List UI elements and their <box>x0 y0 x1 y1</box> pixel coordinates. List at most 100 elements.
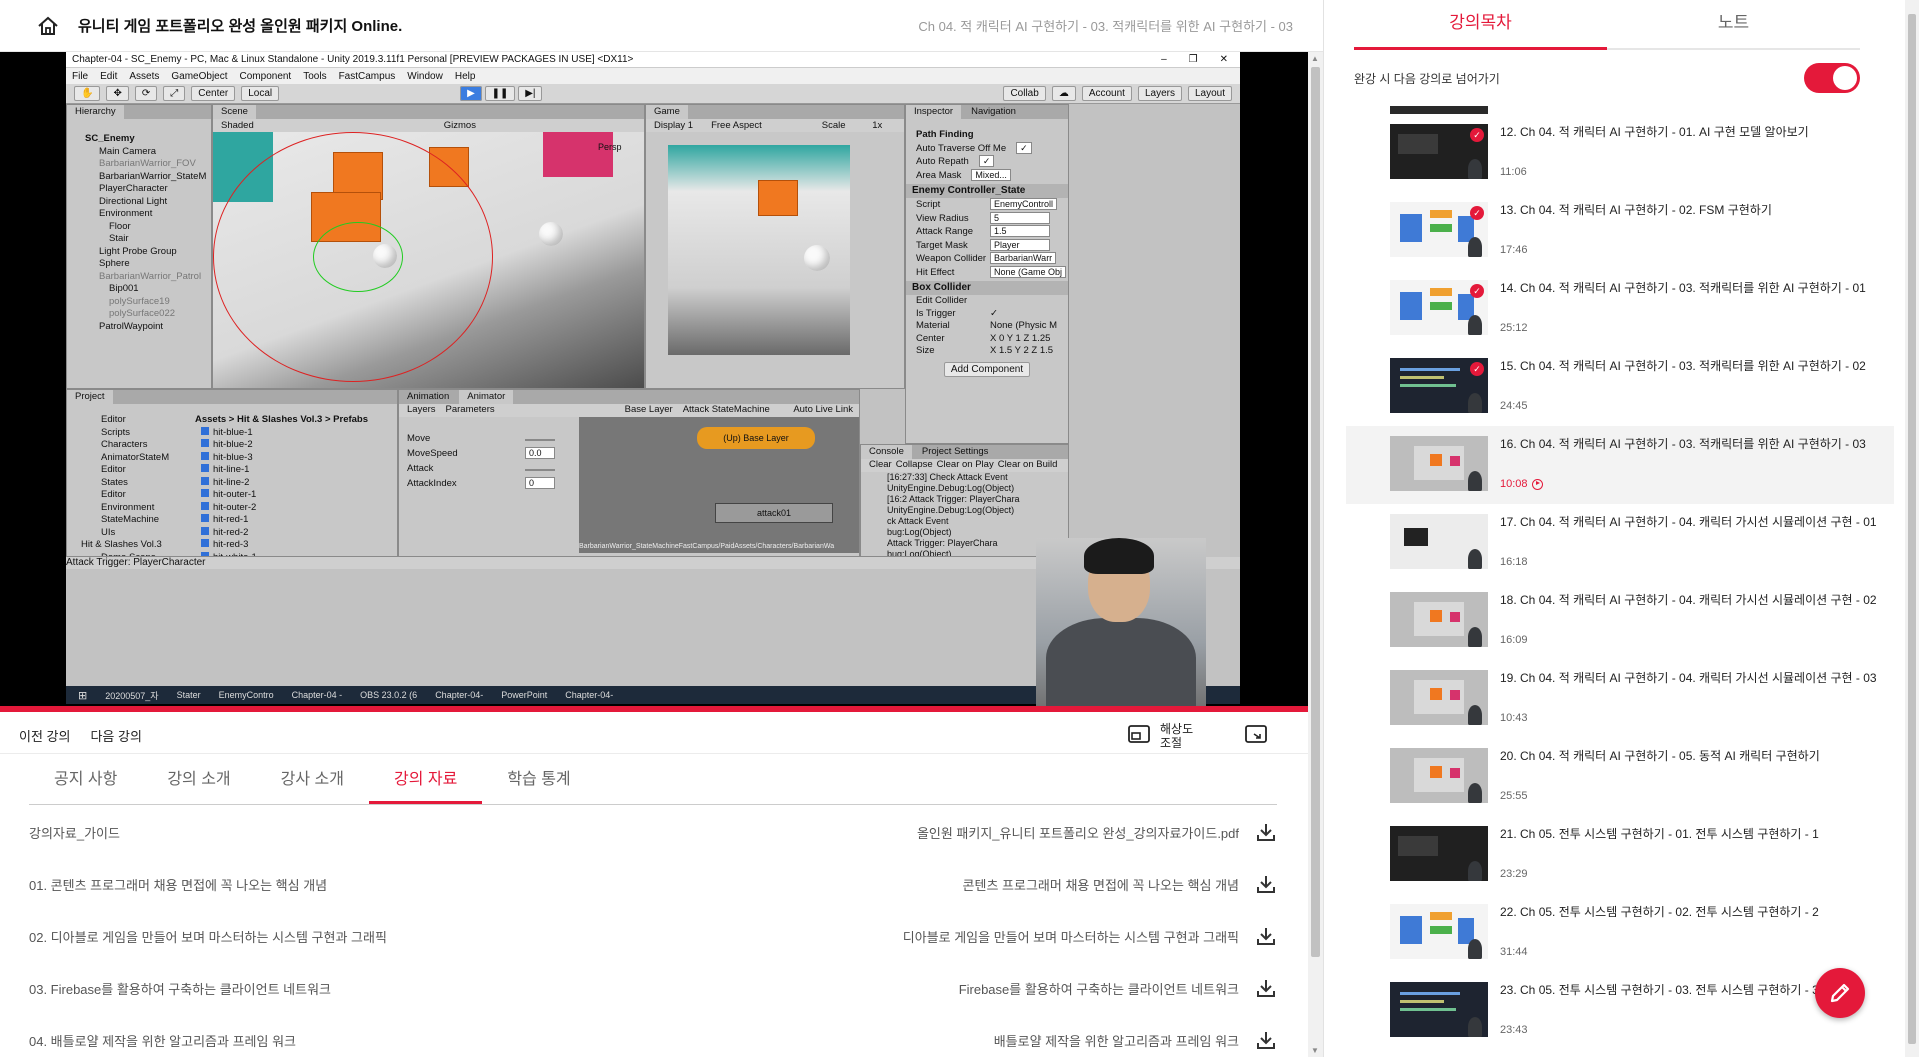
download-icon[interactable] <box>1255 925 1277 947</box>
pivot-center-button: Center <box>191 86 236 101</box>
next-lecture-button[interactable]: 다음 강의 <box>90 726 141 745</box>
fullscreen-button[interactable] <box>1245 725 1267 748</box>
field-value: ✓ <box>990 307 998 319</box>
project-folder: Editor <box>101 464 126 475</box>
tab-4[interactable]: 학습 통계 <box>482 758 595 804</box>
material-row: 03. Firebase를 활용하여 구축하는 클라이언트 네트워크 Fireba… <box>29 962 1277 1014</box>
param-value <box>525 438 555 441</box>
scroll-down-icon[interactable]: ▼ <box>1311 1046 1319 1055</box>
download-icon[interactable] <box>1255 977 1277 999</box>
lecture-item[interactable]: 20. Ch 04. 적 캐릭터 AI 구현하기 - 05. 동적 AI 캐릭터… <box>1346 738 1894 816</box>
lecture-item[interactable]: 22. Ch 05. 전투 시스템 구현하기 - 02. 전투 시스템 구현하기… <box>1346 894 1894 972</box>
animator-params: Move MoveSpeed 0.0 Attack AttackIndex 0 <box>399 431 579 553</box>
main-scrollbar-thumb[interactable] <box>1311 67 1320 957</box>
video-player[interactable]: Chapter-04 - SC_Enemy - PC, Mac & Linux … <box>0 52 1308 712</box>
project-folder: Editor <box>101 414 126 425</box>
scene-panel: Scene Shaded Gizmos Persp <box>212 104 645 389</box>
playmode-controls: ▶ ❚❚ ▶| <box>460 86 543 101</box>
video-progress-bar[interactable] <box>0 706 1308 712</box>
lecture-item[interactable]: 21. Ch 05. 전투 시스템 구현하기 - 01. 전투 시스템 구현하기… <box>1346 816 1894 894</box>
lecture-item[interactable]: ✓ 14. Ch 04. 적 캐릭터 AI 구현하기 - 03. 적캐릭터를 위한… <box>1346 270 1894 348</box>
hierarchy-item: Sphere <box>99 258 130 269</box>
download-icon[interactable] <box>1255 1029 1277 1051</box>
layout-button: Layout <box>1187 86 1232 101</box>
prefab-icon <box>201 439 209 447</box>
scene-view: Persp <box>213 132 644 388</box>
lecture-title: 21. Ch 05. 전투 시스템 구현하기 - 01. 전투 시스템 구현하기… <box>1500 827 1819 841</box>
hierarchy-tab: Hierarchy <box>67 105 124 119</box>
material-file-link[interactable]: 올인원 패키지_유니티 포트폴리오 완성_강의자료가이드.pdf <box>917 823 1239 842</box>
material-file-link[interactable]: 디아블로 게임을 만들어 보며 마스터하는 시스템 구현과 그래픽 <box>903 927 1239 946</box>
prefab-icon <box>201 489 209 497</box>
material-name: 04. 배틀로얄 제작을 위한 알고리즘과 프레임 워크 <box>29 1033 296 1049</box>
unity-window-title: Chapter-04 - SC_Enemy - PC, Mac & Linux … <box>72 54 634 65</box>
main-scrollbar[interactable]: ▲ ▼ <box>1308 52 1323 1057</box>
sidebar-scrollbar-thumb[interactable] <box>1908 14 1916 1044</box>
check-icon: ✓ <box>1470 284 1484 298</box>
lecture-duration: 11:06 <box>1500 166 1527 178</box>
play-circle-icon <box>1531 478 1543 490</box>
animator-panel: Animation Animator Layers Parameters Base… <box>398 389 860 557</box>
prefab-icon <box>201 501 209 510</box>
component-field: Hit Effect None (Game Obj <box>906 265 1068 280</box>
animator-param: MoveSpeed 0.0 <box>399 446 579 461</box>
course-title: 유니티 게임 포트폴리오 완성 올인원 패키지 Online. <box>78 18 403 35</box>
inspector-panel: Inspector Navigation Path Finding Auto Tr… <box>905 104 1069 444</box>
tab-0[interactable]: 공지 사항 <box>29 758 142 804</box>
game-panel: Game Display 1 Free Aspect Scale 1x <box>645 104 905 389</box>
attack01-node: attack01 <box>715 502 833 523</box>
lecture-item[interactable]: ✓ 13. Ch 04. 적 캐릭터 AI 구현하기 - 02. FSM 구현하기… <box>1346 192 1894 270</box>
lecture-item[interactable]: 17. Ch 04. 적 캐릭터 AI 구현하기 - 04. 캐릭터 가시선 시… <box>1346 504 1894 582</box>
prev-lecture-button[interactable]: 이전 강의 <box>19 726 70 745</box>
tab-notes[interactable]: 노트 <box>1607 0 1860 50</box>
download-icon[interactable] <box>1255 873 1277 895</box>
inspector-tab: Inspector <box>906 105 962 119</box>
lecture-duration: 25:55 <box>1500 790 1528 802</box>
home-icon[interactable] <box>34 12 62 40</box>
lecture-thumbnail <box>1390 982 1488 1037</box>
parameters-subtab: Parameters <box>445 404 495 415</box>
material-file: Firebase를 활용하여 구축하는 클라이언트 네트워크 <box>959 977 1277 999</box>
tab-curriculum[interactable]: 강의목차 <box>1354 0 1607 50</box>
pivot-local-button: Local <box>241 86 280 101</box>
scroll-up-icon[interactable]: ▲ <box>1311 54 1319 63</box>
param-name: AttackIndex <box>407 477 457 489</box>
field-label: Edit Collider <box>916 295 968 306</box>
write-note-button[interactable] <box>1815 968 1865 1018</box>
hierarchy-item: Main Camera <box>99 145 157 157</box>
scene-sphere <box>539 222 563 246</box>
hierarchy-item: BarbarianWarrior_StateM <box>99 170 207 182</box>
tab-2[interactable]: 강사 소개 <box>256 758 369 804</box>
lecture-item[interactable]: 18. Ch 04. 적 캐릭터 AI 구현하기 - 04. 캐릭터 가시선 시… <box>1346 582 1894 660</box>
autoplay-toggle[interactable] <box>1804 63 1860 93</box>
main-column: 유니티 게임 포트폴리오 완성 올인원 패키지 Online. Ch 04. 적… <box>0 0 1323 1057</box>
lecture-item[interactable]: ✓ 15. Ch 04. 적 캐릭터 AI 구현하기 - 03. 적캐릭터를 위한… <box>1346 348 1894 426</box>
lecture-thumbnail <box>1390 748 1488 803</box>
aspect-select: Free Aspect <box>711 120 762 131</box>
hierarchy-item: PatrolWaypoint <box>99 320 164 332</box>
tab-1[interactable]: 강의 소개 <box>142 758 255 804</box>
material-file-link[interactable]: Firebase를 활용하여 구축하는 클라이언트 네트워크 <box>959 979 1239 998</box>
lecture-item[interactable]: 16. Ch 04. 적 캐릭터 AI 구현하기 - 03. 적캐릭터를 위한 … <box>1346 426 1894 504</box>
tab-3[interactable]: 강의 자료 <box>368 758 483 804</box>
sidebar-scrollbar[interactable] <box>1905 0 1919 1057</box>
resolution-button[interactable]: 해상도 조절 <box>1128 722 1200 750</box>
lecture-item[interactable]: 23. Ch 05. 전투 시스템 구현하기 - 03. 전투 시스템 구현하기… <box>1346 972 1894 1050</box>
material-file-link[interactable]: 배틀로얄 제작을 위한 알고리즘과 프레임 워크 <box>994 1031 1239 1050</box>
asset-name: hit-outer-1 <box>213 489 257 500</box>
autoplay-label: 완강 시 다음 강의로 넘어가기 <box>1354 71 1500 86</box>
minimize-icon: – <box>1161 54 1167 65</box>
asset-name: hit-blue-1 <box>213 426 253 438</box>
lecture-time: 17:46 <box>1500 244 1528 256</box>
gizmos-button: Gizmos <box>443 120 476 131</box>
lecture-item[interactable]: ✓ 12. Ch 04. 적 캐릭터 AI 구현하기 - 01. AI 구현 모델… <box>1346 114 1894 192</box>
unity-menu-item: Tools <box>303 70 327 82</box>
lecture-duration: 23:29 <box>1500 868 1528 880</box>
download-icon[interactable] <box>1255 821 1277 843</box>
lecture-item[interactable]: 19. Ch 04. 적 캐릭터 AI 구현하기 - 04. 캐릭터 가시선 시… <box>1346 660 1894 738</box>
material-file-link[interactable]: 콘텐츠 프로그래머 채용 면접에 꼭 나오는 핵심 개념 <box>963 875 1239 894</box>
current-lecture-title: Ch 04. 적 캐릭터 AI 구현하기 - 03. 적캐릭터를 위한 AI 구… <box>918 19 1293 34</box>
param-value: 0 <box>525 476 555 489</box>
project-asset: hit-red-2 <box>187 526 397 540</box>
instructor-webcam <box>1036 538 1206 712</box>
